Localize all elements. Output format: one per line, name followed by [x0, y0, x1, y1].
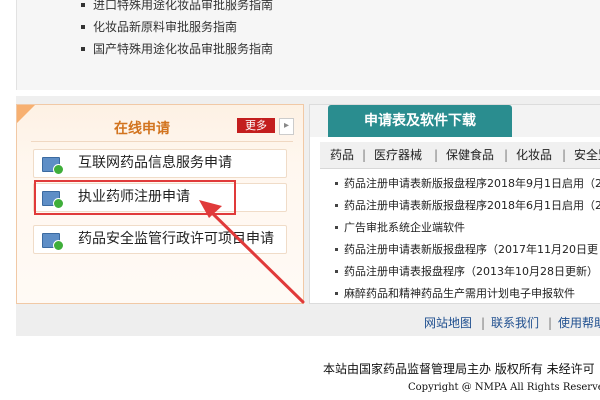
category-safety-supervision[interactable]: 安全监管	[574, 142, 600, 168]
tab-strip: 申请表及软件下载	[310, 105, 600, 137]
copyright-text: 本站由国家药品监督管理局主办 版权所有 未经许可	[323, 362, 595, 376]
downloads-panel: 申请表及软件下载 药品 | 医疗器械 | 保健食品 | 化妆品 | 安全监管 药…	[309, 104, 600, 304]
link-separator: |	[481, 316, 486, 330]
download-item[interactable]: 药品注册申请表新版报盘程序（2017年11月20日更	[335, 239, 600, 261]
category-medical-device[interactable]: 医疗器械	[374, 142, 422, 168]
link-contact-us[interactable]: 联系我们	[491, 310, 539, 336]
link-help[interactable]: 使用帮助	[558, 310, 600, 336]
category-drug[interactable]: 药品	[330, 142, 354, 168]
apply-item-label: 互联网药品信息服务申请	[78, 155, 232, 171]
category-separator: |	[562, 148, 567, 162]
category-separator: |	[434, 148, 439, 162]
link-separator: |	[548, 316, 553, 330]
download-item[interactable]: 药品注册申请表新版报盘程序2018年6月1日启用（2	[335, 195, 600, 217]
divider	[31, 141, 293, 142]
more-button[interactable]: 更多	[237, 118, 275, 133]
apply-item-label: 药品安全监管行政许可项目申请	[78, 231, 274, 247]
service-guide-list: 进口特殊用途化妆品审批服务指南 化妆品新原料审批服务指南 国产特殊用途化妆品审批…	[81, 0, 273, 60]
apply-internet-drug-info-service[interactable]: 互联网药品信息服务申请	[33, 149, 287, 178]
list-item[interactable]: 进口特殊用途化妆品审批服务指南	[81, 0, 273, 16]
download-item[interactable]: 药品注册申请表新版报盘程序2018年9月1日启用（2	[335, 173, 600, 195]
download-list: 药品注册申请表新版报盘程序2018年9月1日启用（2 药品注册申请表新版报盘程序…	[335, 173, 600, 305]
annotation-highlight-box	[34, 180, 236, 215]
panel-title: 在线申请	[114, 121, 170, 137]
category-cosmetics[interactable]: 化妆品	[516, 142, 552, 168]
category-bar: 药品 | 医疗器械 | 保健食品 | 化妆品 | 安全监管	[320, 142, 600, 169]
link-site-map[interactable]: 网站地图	[424, 310, 472, 336]
footer-links-bar: 网站地图 | 联系我们 | 使用帮助	[16, 310, 600, 336]
tab-downloads[interactable]: 申请表及软件下载	[328, 105, 512, 137]
copyright-english: Copyright @ NMPA All Rights Reserved	[408, 382, 600, 393]
computer-icon	[42, 233, 64, 251]
download-item[interactable]: 广告审批系统企业端软件	[335, 217, 600, 239]
service-guide-block: 进口特殊用途化妆品审批服务指南 化妆品新原料审批服务指南 国产特殊用途化妆品审批…	[16, 0, 600, 90]
download-item[interactable]: 药品注册申请表报盘程序（2013年10月28日更新）	[335, 261, 600, 283]
category-separator: |	[362, 148, 367, 162]
list-item[interactable]: 国产特殊用途化妆品审批服务指南	[81, 38, 273, 60]
apply-drug-safety-license[interactable]: 药品安全监管行政许可项目申请	[33, 225, 287, 254]
corner-fold-decoration	[17, 105, 35, 123]
category-separator: |	[504, 148, 509, 162]
list-item[interactable]: 化妆品新原料审批服务指南	[81, 16, 273, 38]
download-item[interactable]: 麻醉药品和精神药品生产需用计划电子申报软件	[335, 283, 600, 305]
more-arrow-icon[interactable]: ▸	[279, 118, 294, 135]
computer-icon	[42, 157, 64, 175]
category-health-food[interactable]: 保健食品	[446, 142, 494, 168]
